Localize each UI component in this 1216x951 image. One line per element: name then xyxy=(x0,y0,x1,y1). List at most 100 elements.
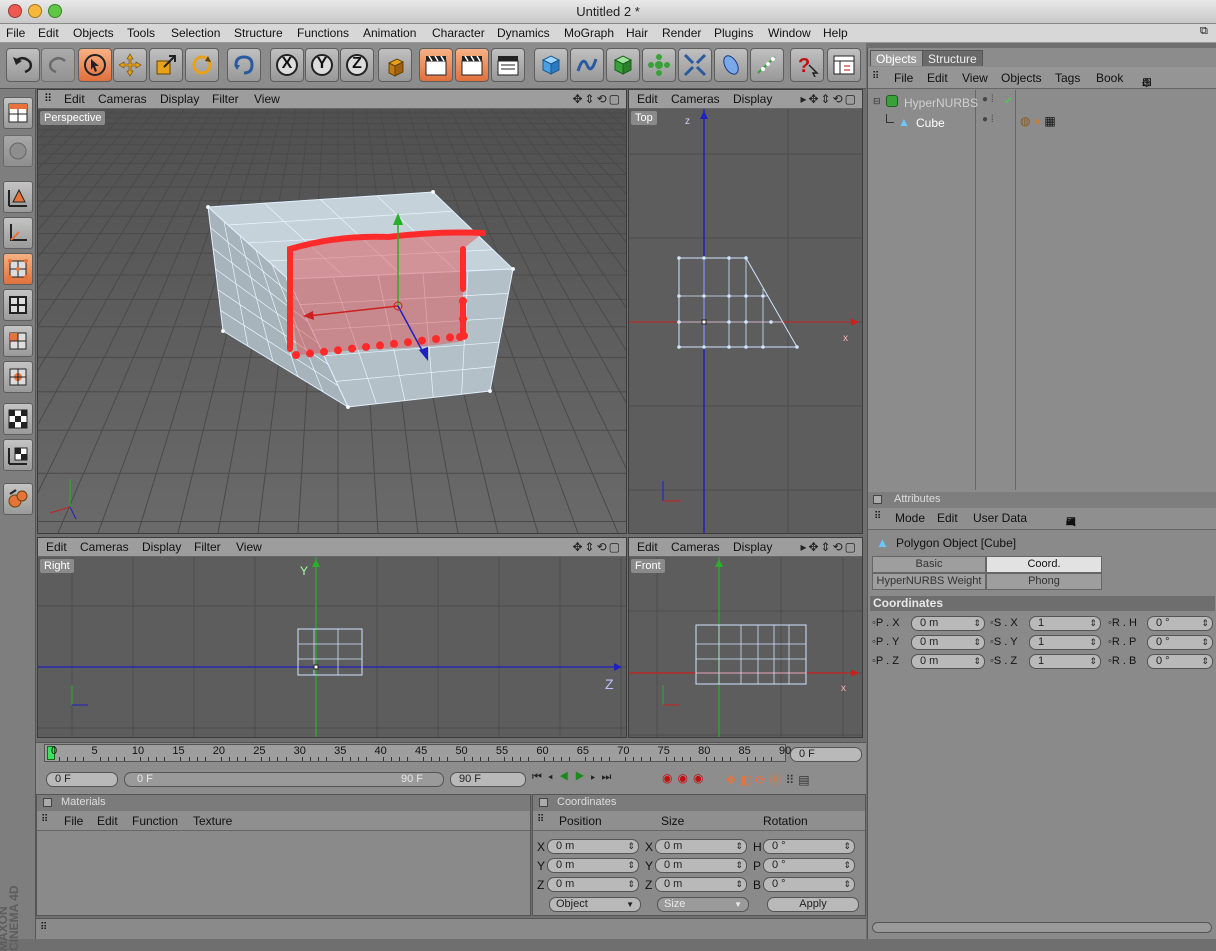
menu-objects[interactable]: Objects xyxy=(73,26,114,40)
menu-functions[interactable]: Functions xyxy=(297,26,349,40)
scale-param-field[interactable]: 1 ⇕ xyxy=(1029,616,1101,631)
obj-menu-file[interactable]: File xyxy=(894,71,913,85)
move-tool[interactable] xyxy=(113,48,147,82)
menu-selection[interactable]: Selection xyxy=(171,26,220,40)
stepper-icon[interactable]: ⇕ xyxy=(1201,655,1209,668)
use-axis-mode-button[interactable] xyxy=(3,217,33,249)
stepper-icon[interactable]: ⇕ xyxy=(735,878,743,891)
vp-menu-edit[interactable]: Edit xyxy=(637,540,658,554)
record-keys-icon[interactable]: ◉ xyxy=(662,771,677,785)
stepper-icon[interactable]: ⇕ xyxy=(1089,617,1097,630)
position-value-field[interactable]: 0 m ⇕ xyxy=(547,839,639,854)
menu-structure[interactable]: Structure xyxy=(234,26,283,40)
timeline-ruler[interactable]: 0 5 10 15 20 25 30 35 40 45 50 55 60 65 70 75 80 85 90 xyxy=(44,744,791,762)
rotation-value-field[interactable]: 0 ° ⇕ xyxy=(763,839,855,854)
menu-mograph[interactable]: MoGraph xyxy=(564,26,614,40)
right-viewport[interactable]: Edit Cameras Display Filter View ✥⇕⟲▢ Y … xyxy=(37,537,627,738)
obj-menu-edit[interactable]: Edit xyxy=(927,71,948,85)
layout-button[interactable] xyxy=(827,48,861,82)
cube-primitive-button[interactable] xyxy=(534,48,568,82)
tab-phong[interactable]: Phong xyxy=(986,573,1102,590)
keyframe-selection-icon[interactable]: ◉ xyxy=(693,771,708,785)
new-window-icon[interactable]: ⊞ xyxy=(1142,75,1155,89)
position-param-label[interactable]: ◦P . Y xyxy=(872,636,899,648)
deformer-button[interactable] xyxy=(678,48,712,82)
attr-menu-mode[interactable]: Mode xyxy=(895,511,925,525)
object-tree[interactable] xyxy=(868,90,976,490)
tweak-mode-button[interactable] xyxy=(3,361,33,393)
tab-basic[interactable]: Basic xyxy=(872,556,986,573)
enabled-check-icon[interactable]: ✓ xyxy=(1004,94,1013,107)
current-frame-field[interactable]: 0 F xyxy=(790,747,862,762)
panel-grip-icon[interactable]: ⠿ xyxy=(872,71,879,82)
rotation-param-field[interactable]: 0 ° ⇕ xyxy=(1147,654,1213,669)
vp-menu-filter[interactable]: Filter xyxy=(212,92,239,106)
stepper-icon[interactable]: ⇕ xyxy=(1089,636,1097,649)
viewport-grip-icon[interactable]: ⠿ xyxy=(44,92,52,105)
use-texture-mode-button[interactable] xyxy=(3,181,33,213)
stepper-icon[interactable]: ⇕ xyxy=(973,636,981,649)
vp-menu-edit[interactable]: Edit xyxy=(64,92,85,106)
position-value-field[interactable]: 0 m ⇕ xyxy=(547,858,639,873)
play-forward-icon[interactable]: ▶ xyxy=(575,771,591,783)
scale-param-label[interactable]: ◦S . X xyxy=(990,617,1018,629)
rotation-param-field[interactable]: 0 ° ⇕ xyxy=(1147,635,1213,650)
rotation-param-field[interactable]: 0 ° ⇕ xyxy=(1147,616,1213,631)
point-level-icon[interactable]: ⠿ xyxy=(785,773,798,787)
viewport-navigation-icons[interactable]: ✥⇕⟲▢ xyxy=(572,92,622,106)
rotation-value-field[interactable]: 0 ° ⇕ xyxy=(763,877,855,892)
preview-range-slider[interactable]: 0 F 90 F xyxy=(124,772,444,787)
render-picture-viewer-button[interactable] xyxy=(455,48,489,82)
position-param-field[interactable]: 0 m ⇕ xyxy=(911,616,985,631)
spline-button[interactable] xyxy=(570,48,604,82)
scale-param-label[interactable]: ◦S . Z xyxy=(990,655,1017,667)
parameter-key-icon[interactable]: ⓟ xyxy=(769,773,785,787)
mat-menu-edit[interactable]: Edit xyxy=(97,814,118,828)
stepper-icon[interactable]: ⇕ xyxy=(1089,655,1097,668)
help-button[interactable]: ? xyxy=(790,48,824,82)
undo-button[interactable] xyxy=(6,48,40,82)
attr-menu-user-data[interactable]: User Data xyxy=(973,511,1027,525)
z-axis-lock-button[interactable]: Z xyxy=(340,48,374,82)
panel-checkbox[interactable] xyxy=(43,798,52,807)
attr-menu-edit[interactable]: Edit xyxy=(937,511,958,525)
vp-menu-cameras[interactable]: Cameras xyxy=(671,92,720,106)
render-settings-button[interactable] xyxy=(491,48,525,82)
vp-menu-filter[interactable]: Filter xyxy=(194,540,221,554)
start-frame-field[interactable]: 0 F xyxy=(46,772,118,787)
scale-tool[interactable] xyxy=(149,48,183,82)
tree-collapse-icon[interactable]: ⊟ xyxy=(873,96,881,107)
stepper-icon[interactable]: ⇕ xyxy=(1201,636,1209,649)
use-edges-mode-button[interactable] xyxy=(3,289,33,321)
viewport-navigation-icons[interactable]: ▸✥⇕⟲▢ xyxy=(800,540,858,554)
vp-menu-view[interactable]: View xyxy=(254,92,280,106)
viewport-navigation-icons[interactable]: ▸✥⇕⟲▢ xyxy=(800,92,858,106)
position-value-field[interactable]: 0 m ⇕ xyxy=(547,877,639,892)
stepper-icon[interactable]: ⇕ xyxy=(627,878,635,891)
stepper-icon[interactable]: ⇕ xyxy=(973,655,981,668)
viewport-navigation-icons[interactable]: ✥⇕⟲▢ xyxy=(572,540,622,554)
rotation-key-icon[interactable]: ⟳ xyxy=(755,773,769,787)
scale-param-label[interactable]: ◦S . Y xyxy=(990,636,1018,648)
autokey-icon[interactable]: ◉ xyxy=(677,771,692,785)
stepper-icon[interactable]: ⇕ xyxy=(843,840,851,853)
obj-menu-view[interactable]: View xyxy=(962,71,988,85)
stepper-icon[interactable]: ⇕ xyxy=(973,617,981,630)
vp-menu-cameras[interactable]: Cameras xyxy=(80,540,129,554)
go-to-start-icon[interactable]: ⏮ xyxy=(532,771,548,783)
layout-switch-icon[interactable]: ⧉ xyxy=(1200,25,1208,38)
position-param-label[interactable]: ◦P . Z xyxy=(872,655,899,667)
use-polygons-mode-button[interactable] xyxy=(3,325,33,357)
rotation-param-label[interactable]: ◦R . B xyxy=(1108,655,1136,667)
play-reverse-icon[interactable]: ◀ xyxy=(559,771,575,783)
perspective-viewport[interactable]: ⠿ Edit Cameras Display Filter View ✥⇕⟲▢ xyxy=(37,89,627,534)
schedule-icon[interactable]: ▤ xyxy=(798,773,813,787)
tab-objects[interactable]: Objects xyxy=(870,50,923,66)
size-value-field[interactable]: 0 m ⇕ xyxy=(655,858,747,873)
vp-menu-view[interactable]: View xyxy=(236,540,262,554)
menu-plugins[interactable]: Plugins xyxy=(714,26,753,40)
end-frame-field[interactable]: 90 F xyxy=(450,772,526,787)
size-value-field[interactable]: 0 m ⇕ xyxy=(655,839,747,854)
rotation-param-label[interactable]: ◦R . H xyxy=(1108,617,1137,629)
next-key-icon[interactable]: ▸ xyxy=(591,771,602,783)
